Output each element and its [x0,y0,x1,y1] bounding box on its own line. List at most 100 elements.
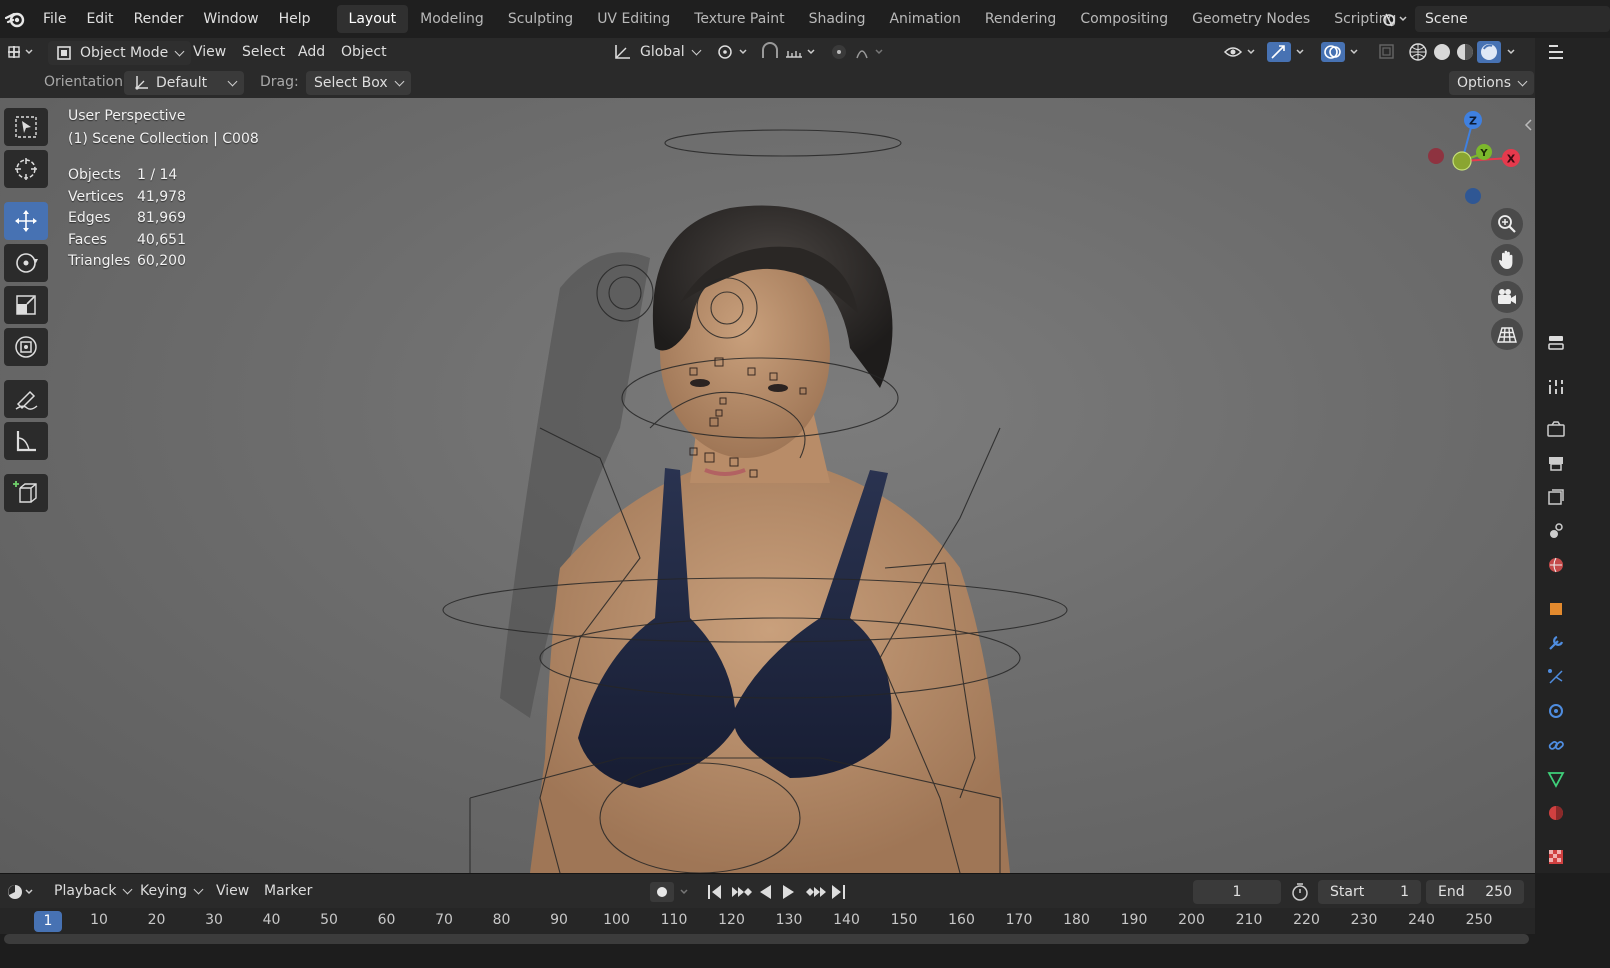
menu-select[interactable]: Select [242,38,285,66]
tab-modeling[interactable]: Modeling [408,5,496,33]
annotate-tool[interactable] [4,380,48,418]
sidebar-collapse-arrow-icon[interactable] [1524,118,1534,132]
overlays-toggle-icon[interactable] [1320,38,1364,66]
material-properties-icon[interactable] [1545,802,1567,824]
current-frame-field[interactable]: 1 [1193,880,1281,904]
playback-menu[interactable]: Playback [54,874,133,909]
camera-view-button[interactable] [1491,281,1523,313]
orientation-dropdown[interactable]: Default [124,68,244,96]
tab-sculpting[interactable]: Sculpting [496,5,585,33]
render-properties-icon[interactable] [1545,418,1567,440]
move-tool[interactable] [4,202,48,240]
chevron-down-icon [193,884,204,895]
mode-dropdown[interactable]: Object Mode [48,38,192,66]
tab-texture-paint[interactable]: Texture Paint [682,5,796,33]
transform-orientation-label: Global [640,44,685,60]
stat-row-edges: Edges 81,969 [68,208,186,230]
data-properties-icon[interactable] [1545,768,1567,790]
scale-tool[interactable] [4,286,48,324]
stat-value: 1 / 14 [137,167,178,183]
output-properties-icon[interactable] [1545,452,1567,474]
tab-compositing[interactable]: Compositing [1068,5,1180,33]
tab-geometry-nodes[interactable]: Geometry Nodes [1180,5,1322,33]
menu-add[interactable]: Add [298,38,325,66]
xray-toggle-icon[interactable] [1377,38,1397,66]
tab-rendering[interactable]: Rendering [973,5,1069,33]
3d-viewport[interactable]: User Perspective (1) Scene Collection | … [0,98,1535,873]
physics-properties-icon[interactable] [1545,700,1567,722]
jump-to-keyframe-prev-icon[interactable] [732,886,752,897]
transform-orientation-dropdown[interactable]: Global [612,38,702,66]
x-axis-label: X [1507,153,1516,166]
select-box-tool[interactable] [4,108,48,146]
drag-dropdown[interactable]: Select Box [306,68,411,96]
constraint-properties-icon[interactable] [1545,734,1567,756]
rotate-tool[interactable] [4,244,48,282]
add-cube-tool[interactable] [4,474,48,512]
hand-pan-icon [1499,250,1513,269]
outliner-icon[interactable] [1545,42,1567,64]
character-model-render[interactable] [0,98,1535,873]
tool-properties-icon[interactable] [1545,376,1567,398]
timeline-editor-type-icon[interactable] [6,874,38,909]
transform-tool[interactable] [4,328,48,366]
visibility-toggle-icon[interactable] [1222,38,1260,66]
start-frame-field[interactable]: Start 1 [1318,880,1421,904]
object-properties-icon[interactable] [1545,598,1567,620]
jump-to-end-icon[interactable] [832,884,845,899]
menu-file[interactable]: File [33,0,76,38]
menu-help[interactable]: Help [269,0,321,38]
timeline-frame-ruler[interactable]: 1 10 20 30 40 50 60 70 80 90 100 110 120… [0,908,1535,934]
auto-keying-toggle[interactable] [648,874,694,909]
pivot-point-button[interactable] [716,38,752,66]
world-properties-icon[interactable] [1545,554,1567,576]
proportional-edit-icon[interactable] [828,38,888,66]
tab-uv-editing[interactable]: UV Editing [585,5,682,33]
menu-edit[interactable]: Edit [76,0,123,38]
scene-selector-icon[interactable] [1378,6,1412,32]
menu-object[interactable]: Object [341,38,387,66]
measure-tool[interactable] [4,422,48,460]
menu-render[interactable]: Render [124,0,194,38]
neg-x-axis-handle[interactable] [1428,148,1444,164]
cursor-tool[interactable] [4,150,48,188]
blender-logo-icon[interactable] [3,7,27,31]
current-frame-indicator[interactable]: 1 [34,911,62,932]
neg-z-axis-handle[interactable] [1465,188,1481,204]
gizmo-toggle-icon[interactable] [1266,38,1310,66]
properties-editor-icon[interactable] [1545,332,1567,354]
neg-y-axis-handle[interactable] [1452,151,1472,171]
timeline-scrollbar[interactable] [4,934,1529,944]
modifier-properties-icon[interactable] [1545,632,1567,654]
snap-toggle-icon[interactable] [758,38,782,66]
tab-layout[interactable]: Layout [336,5,409,33]
stat-value: 41,978 [137,188,186,205]
tab-animation[interactable]: Animation [877,5,972,33]
snap-target-icon[interactable] [784,38,820,66]
pan-view-button[interactable] [1491,244,1523,276]
jump-to-keyframe-next-icon[interactable] [806,886,826,897]
timeline-view-menu[interactable]: View [216,874,249,909]
navigation-gizmo[interactable]: Z Y X [1420,108,1530,208]
view-layer-properties-icon[interactable] [1545,486,1567,508]
editor-type-icon[interactable] [6,38,38,66]
play-reverse-icon[interactable] [760,884,771,899]
scene-properties-icon[interactable] [1545,520,1567,542]
scene-name-field[interactable]: Scene [1415,6,1610,32]
marker-menu[interactable]: Marker [264,874,312,909]
use-preview-range-icon[interactable] [1289,874,1311,909]
particle-properties-icon[interactable] [1545,666,1567,688]
jump-to-start-icon[interactable] [708,884,721,899]
texture-properties-icon[interactable] [1545,846,1567,868]
menu-window[interactable]: Window [193,0,268,38]
ortho-toggle-button[interactable] [1491,318,1523,350]
scale-icon [16,295,36,315]
tab-shading[interactable]: Shading [797,5,878,33]
keying-menu[interactable]: Keying [140,874,204,909]
end-frame-field[interactable]: End 250 [1426,880,1524,904]
options-dropdown[interactable]: Options [1449,68,1535,96]
frame-tick: 70 [435,912,453,928]
play-icon[interactable] [783,884,794,899]
zoom-view-button[interactable] [1491,208,1523,240]
menu-view[interactable]: View [193,38,226,66]
